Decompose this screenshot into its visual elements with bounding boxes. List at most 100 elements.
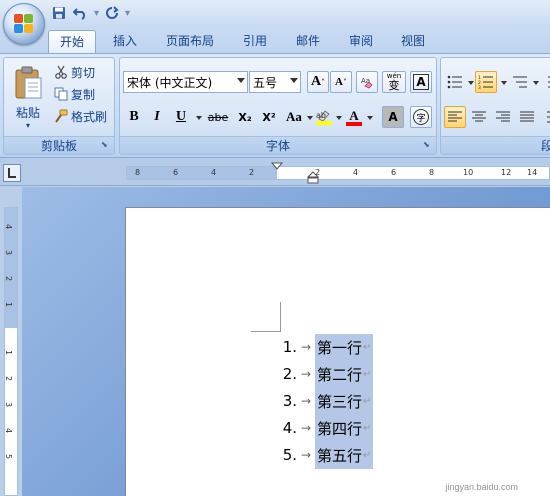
highlighter-icon: ab — [316, 110, 330, 121]
justify-button[interactable] — [516, 106, 538, 128]
underline-dropdown-icon[interactable] — [196, 116, 202, 120]
subscript-button[interactable]: X₂ — [234, 106, 256, 128]
tab-mailings[interactable]: 邮件 — [286, 30, 330, 53]
title-bar: ▾ ▾ — [0, 0, 550, 26]
align-left-button[interactable] — [444, 106, 466, 128]
distributed-icon — [547, 111, 550, 123]
numbering-dropdown-icon[interactable] — [501, 81, 507, 85]
ribbon: 粘贴 ▾ 剪切 复制 格式刷 剪贴板 ⬊ 宋体 (中文正文) 五号 A ˄ A … — [0, 53, 550, 158]
font-name-combo[interactable]: 宋体 (中文正文) — [123, 71, 248, 93]
superscript-button[interactable]: X² — [258, 106, 280, 128]
list-text-selected[interactable]: 第四行 ↵ — [315, 414, 374, 442]
vertical-ruler[interactable]: 4 3 2 1 1 2 3 4 5 — [4, 207, 18, 496]
tab-insert[interactable]: 插入 — [103, 30, 147, 53]
italic-button[interactable]: I — [146, 106, 168, 128]
list-item[interactable]: 1. → 第一行 ↵ — [275, 333, 374, 361]
change-case-button[interactable]: Aa — [282, 106, 306, 128]
undo-button[interactable] — [72, 4, 90, 22]
list-item[interactable]: 2. → 第二行 ↵ — [275, 360, 374, 388]
ruler-label: 6 — [391, 168, 397, 177]
watermark-logo: Baidu 经验 — [428, 456, 520, 476]
align-center-button[interactable] — [468, 106, 490, 128]
font-color-swatch — [346, 121, 362, 126]
font-color-button[interactable]: A — [343, 106, 365, 128]
redo-button[interactable] — [103, 4, 121, 22]
font-color-dropdown-icon[interactable] — [367, 116, 373, 120]
enclose-characters-button[interactable]: 字 — [410, 106, 432, 128]
list-text-selected[interactable]: 第三行 ↵ — [315, 387, 374, 415]
grow-font-button[interactable]: A ˄ — [307, 71, 329, 93]
office-button[interactable] — [3, 3, 45, 45]
clipboard-launcher-icon[interactable]: ⬊ — [101, 140, 111, 150]
list-item[interactable]: 3. → 第三行 ↵ — [275, 387, 374, 415]
tab-home[interactable]: 开始 — [48, 30, 96, 53]
quick-access-toolbar: ▾ ▾ — [50, 4, 130, 22]
format-painter-button[interactable]: 格式刷 — [54, 106, 107, 126]
paragraph-mark: ↵ — [363, 341, 372, 353]
character-shading-button[interactable]: A — [382, 106, 404, 128]
list-text-selected[interactable]: 第二行 ↵ — [315, 360, 374, 388]
tab-view[interactable]: 视图 — [391, 30, 435, 53]
vruler-label: 2 — [4, 375, 14, 382]
list-number: 2. — [282, 365, 297, 383]
multilevel-list-button[interactable] — [509, 71, 531, 93]
list-text-selected[interactable]: 第五行 ↵ — [315, 441, 374, 469]
ruler-label: 8 — [429, 168, 435, 177]
hanging-indent-marker-icon[interactable] — [307, 171, 319, 185]
list-item[interactable]: 4. → 第四行 ↵ — [275, 414, 374, 442]
bullets-button[interactable] — [444, 71, 466, 93]
undo-dropdown-icon[interactable]: ▾ — [94, 8, 99, 19]
tab-page-layout[interactable]: 页面布局 — [157, 30, 223, 53]
list-text-selected[interactable]: 第一行 ↵ — [315, 333, 374, 361]
vruler-label: 4 — [4, 427, 14, 434]
tab-review[interactable]: 审阅 — [339, 30, 383, 53]
redo-icon — [106, 6, 119, 19]
customize-qat-icon[interactable]: ▾ — [125, 8, 130, 19]
horizontal-ruler[interactable]: 8 6 4 2 2 4 6 8 10 12 14 — [126, 166, 550, 180]
distributed-button[interactable] — [540, 106, 550, 128]
ribbon-tabs: 开始 插入 页面布局 引用 邮件 审阅 视图 — [0, 26, 550, 53]
bullets-dropdown-icon[interactable] — [468, 81, 474, 85]
paragraph-mark: ↵ — [363, 449, 372, 461]
list-number: 5. — [282, 446, 297, 464]
clear-formatting-icon: Aa — [361, 77, 373, 89]
decrease-indent-button[interactable] — [541, 71, 550, 93]
character-border-button[interactable]: A — [410, 71, 432, 93]
multilevel-dropdown-icon[interactable] — [533, 81, 539, 85]
tab-mark: → — [300, 421, 312, 435]
font-size-combo[interactable]: 五号 — [249, 71, 301, 93]
office-logo-icon — [14, 14, 34, 34]
paste-button[interactable]: 粘贴 ▾ — [8, 60, 48, 136]
align-center-icon — [472, 111, 486, 122]
phonetic-guide-button[interactable]: wén 变 — [382, 71, 406, 93]
cut-button[interactable]: 剪切 — [54, 62, 95, 82]
list-number: 3. — [282, 392, 297, 410]
underline-button[interactable]: U — [170, 106, 192, 128]
vruler-label: 4 — [4, 223, 14, 230]
numbering-button[interactable]: 1 2 3 — [475, 71, 497, 93]
numbering-icon: 1 2 3 — [478, 75, 493, 89]
highlight-dropdown-icon[interactable] — [336, 116, 342, 120]
font-launcher-icon[interactable]: ⬊ — [423, 140, 433, 150]
tab-selector-button[interactable] — [3, 164, 21, 182]
highlight-button[interactable]: ab — [313, 106, 335, 128]
copy-button[interactable]: 复制 — [54, 84, 95, 104]
paragraph-group: 1 2 3 段 — [440, 57, 550, 155]
vruler-label: 3 — [4, 249, 14, 256]
font-size-value: 五号 — [253, 75, 278, 90]
enclose-characters-icon: 字 — [413, 109, 429, 125]
clear-formatting-button[interactable]: Aa — [356, 71, 378, 93]
bold-button[interactable]: B — [123, 106, 145, 128]
vruler-label: 1 — [4, 301, 14, 308]
first-line-indent-marker-icon[interactable] — [271, 162, 283, 184]
align-right-button[interactable] — [492, 106, 514, 128]
cut-label: 剪切 — [71, 65, 96, 80]
list-item[interactable]: 5. → 第五行 ↵ — [275, 441, 374, 469]
shrink-font-button[interactable]: A ˅ — [330, 71, 352, 93]
tab-references[interactable]: 引用 — [233, 30, 277, 53]
list-text: 第五行 — [317, 446, 363, 465]
strikethrough-button[interactable]: abe — [205, 106, 231, 128]
ruler-label: 4 — [211, 168, 217, 177]
tab-mark: → — [300, 394, 312, 408]
save-button[interactable] — [50, 4, 68, 22]
